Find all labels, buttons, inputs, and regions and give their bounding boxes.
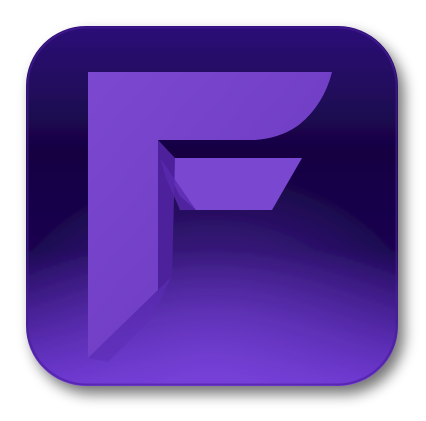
icon-canvas — [0, 0, 426, 421]
f-logo-app-icon — [26, 26, 398, 386]
